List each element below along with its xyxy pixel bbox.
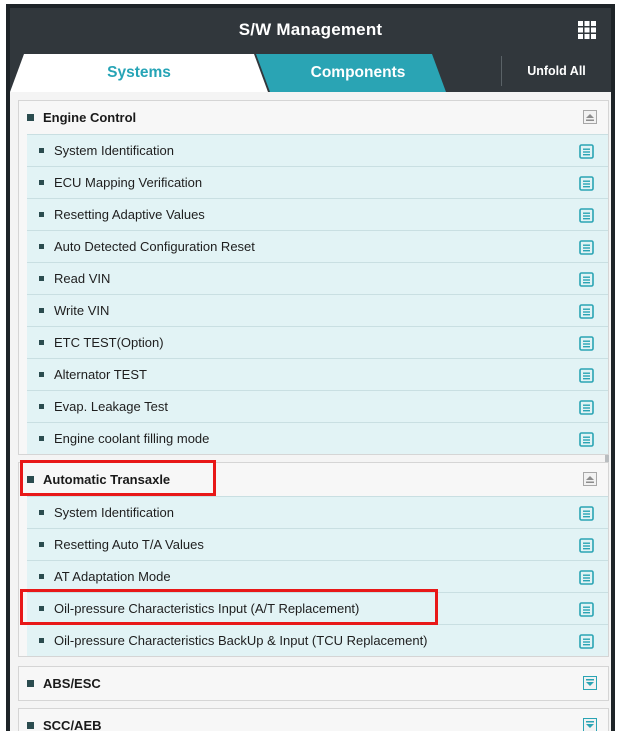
group-title: SCC/AEB bbox=[43, 718, 102, 731]
bullet-icon bbox=[39, 276, 44, 281]
document-icon[interactable] bbox=[578, 175, 594, 191]
document-icon[interactable] bbox=[578, 399, 594, 415]
bullet-icon bbox=[39, 404, 44, 409]
grid-icon bbox=[578, 21, 596, 39]
bullet-icon bbox=[39, 510, 44, 515]
item-label: ECU Mapping Verification bbox=[54, 175, 203, 190]
document-icon[interactable] bbox=[578, 335, 594, 351]
page-title: S/W Management bbox=[238, 20, 383, 39]
document-icon[interactable] bbox=[578, 601, 594, 617]
document-icon[interactable] bbox=[578, 303, 594, 319]
group-header-abs-esc[interactable]: ABS/ESC bbox=[19, 667, 608, 700]
group-title: ABS/ESC bbox=[43, 676, 101, 691]
group-header-scc-aeb[interactable]: SCC/AEB bbox=[19, 709, 608, 731]
item-label: ETC TEST(Option) bbox=[54, 335, 164, 350]
tab-systems[interactable]: Systems bbox=[10, 54, 268, 92]
document-icon[interactable] bbox=[578, 431, 594, 447]
item-label: Resetting Auto T/A Values bbox=[54, 537, 204, 552]
square-bullet-icon bbox=[27, 680, 34, 687]
group-engine-control: Engine Control System Identification ECU… bbox=[18, 100, 609, 455]
group-items: System Identification ECU Mapping Verifi… bbox=[19, 134, 608, 454]
document-icon[interactable] bbox=[578, 239, 594, 255]
bullet-icon bbox=[39, 180, 44, 185]
item-label: Oil-pressure Characteristics Input (A/T … bbox=[54, 601, 360, 616]
unfold-all-button[interactable]: Unfold All bbox=[501, 56, 611, 86]
bullet-icon bbox=[39, 308, 44, 313]
list-item[interactable]: Alternator TEST bbox=[27, 358, 608, 390]
group-title: Automatic Transaxle bbox=[43, 472, 171, 487]
sw-management-window: S/W Management Components Systems Unfold… bbox=[6, 4, 615, 731]
list-item[interactable]: Engine coolant filling mode bbox=[27, 422, 608, 454]
grid-menu-button[interactable] bbox=[569, 12, 605, 48]
group-scc-aeb: SCC/AEB bbox=[18, 708, 609, 731]
list-item[interactable]: System Identification bbox=[27, 496, 608, 528]
list-item[interactable]: Resetting Adaptive Values bbox=[27, 198, 608, 230]
item-label: Read VIN bbox=[54, 271, 111, 286]
item-label: Evap. Leakage Test bbox=[54, 399, 168, 414]
document-icon[interactable] bbox=[578, 633, 594, 649]
tab-components[interactable]: Components bbox=[256, 54, 446, 92]
bullet-icon bbox=[39, 212, 44, 217]
bullet-icon bbox=[39, 606, 44, 611]
group-abs-esc: ABS/ESC bbox=[18, 666, 609, 701]
document-icon[interactable] bbox=[578, 537, 594, 553]
document-icon[interactable] bbox=[578, 207, 594, 223]
collapse-icon[interactable] bbox=[583, 110, 597, 124]
list-item[interactable]: Evap. Leakage Test bbox=[27, 390, 608, 422]
expand-icon[interactable] bbox=[583, 718, 597, 731]
bullet-icon bbox=[39, 244, 44, 249]
document-icon[interactable] bbox=[578, 271, 594, 287]
expand-icon[interactable] bbox=[583, 676, 597, 690]
item-label: Oil-pressure Characteristics BackUp & In… bbox=[54, 633, 428, 648]
system-list: Engine Control System Identification ECU… bbox=[10, 92, 611, 731]
tab-bar: Components Systems Unfold All bbox=[10, 52, 611, 92]
item-label: Engine coolant filling mode bbox=[54, 431, 210, 446]
title-bar: S/W Management bbox=[10, 8, 611, 52]
item-label: System Identification bbox=[54, 505, 174, 520]
document-icon[interactable] bbox=[578, 505, 594, 521]
list-item[interactable]: ECU Mapping Verification bbox=[27, 166, 608, 198]
bullet-icon bbox=[39, 542, 44, 547]
bullet-icon bbox=[39, 372, 44, 377]
list-item[interactable]: AT Adaptation Mode bbox=[27, 560, 608, 592]
list-item[interactable]: Write VIN bbox=[27, 294, 608, 326]
bullet-icon bbox=[39, 340, 44, 345]
list-item[interactable]: Resetting Auto T/A Values bbox=[27, 528, 608, 560]
bullet-icon bbox=[39, 574, 44, 579]
bullet-icon bbox=[39, 148, 44, 153]
square-bullet-icon bbox=[27, 476, 34, 483]
item-label: AT Adaptation Mode bbox=[54, 569, 171, 584]
list-item[interactable]: ETC TEST(Option) bbox=[27, 326, 608, 358]
bullet-icon bbox=[39, 638, 44, 643]
document-icon[interactable] bbox=[578, 569, 594, 585]
list-item[interactable]: Read VIN bbox=[27, 262, 608, 294]
group-title: Engine Control bbox=[43, 110, 137, 125]
group-header-automatic-transaxle[interactable]: Automatic Transaxle bbox=[19, 463, 608, 496]
item-label: System Identification bbox=[54, 143, 174, 158]
item-label: Auto Detected Configuration Reset bbox=[54, 239, 255, 254]
list-item[interactable]: Oil-pressure Characteristics BackUp & In… bbox=[27, 624, 608, 656]
group-items: System Identification Resetting Auto T/A… bbox=[19, 496, 608, 656]
item-label: Resetting Adaptive Values bbox=[54, 207, 205, 222]
list-item[interactable]: Auto Detected Configuration Reset bbox=[27, 230, 608, 262]
item-label: Write VIN bbox=[54, 303, 110, 318]
list-item[interactable]: Oil-pressure Characteristics Input (A/T … bbox=[27, 592, 608, 624]
list-item[interactable]: System Identification bbox=[27, 134, 608, 166]
square-bullet-icon bbox=[27, 114, 34, 121]
item-label: Alternator TEST bbox=[54, 367, 147, 382]
document-icon[interactable] bbox=[578, 367, 594, 383]
group-automatic-transaxle: Automatic Transaxle System Identificatio… bbox=[18, 462, 609, 657]
square-bullet-icon bbox=[27, 722, 34, 729]
group-header-engine-control[interactable]: Engine Control bbox=[19, 101, 608, 134]
bullet-icon bbox=[39, 436, 44, 441]
document-icon[interactable] bbox=[578, 143, 594, 159]
collapse-icon[interactable] bbox=[583, 472, 597, 486]
